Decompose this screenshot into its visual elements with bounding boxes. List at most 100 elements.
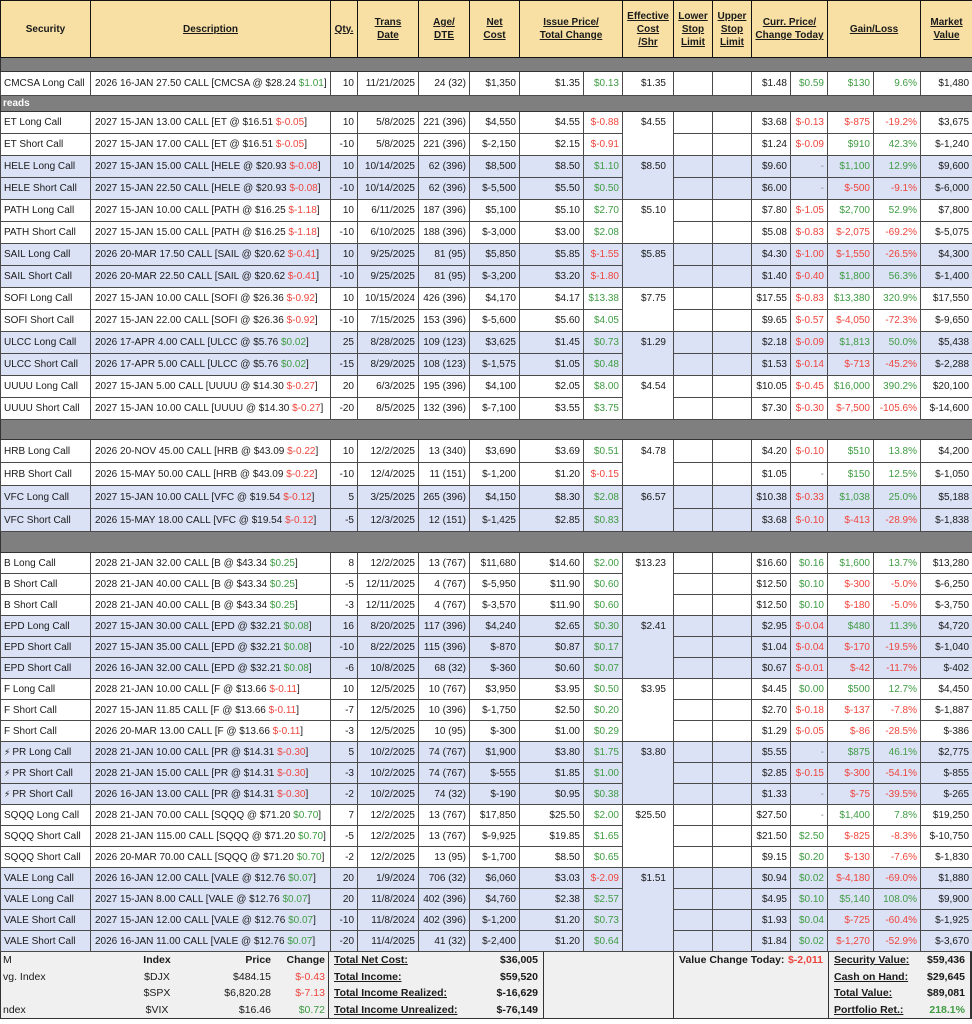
cell-gain-loss-pct[interactable]: -69.0% — [874, 868, 921, 889]
cell-gain-loss-pct[interactable]: -60.4% — [874, 910, 921, 931]
cell-age-dte[interactable]: 188 (396) — [419, 222, 470, 244]
cell-net-cost[interactable]: $-3,200 — [470, 266, 520, 288]
cell-lower-stop-limit[interactable] — [674, 889, 713, 910]
cell-curr-price[interactable]: $1.93 — [752, 910, 791, 931]
cell-change-today[interactable]: $0.10 — [791, 574, 828, 595]
cell-gain-loss-dollar[interactable]: $-2,075 — [828, 222, 874, 244]
cell-description[interactable]: 2026 16-JAN 13.00 CALL [PR @ $14.31 $-0.… — [91, 784, 331, 805]
cell-market-value[interactable]: $-3,750 — [921, 595, 972, 616]
cell-effective-cost[interactable]: $1.29 — [623, 332, 674, 354]
cell-lower-stop-limit[interactable] — [674, 332, 713, 354]
cell-total-change[interactable]: $0.64 — [584, 931, 623, 952]
cell-qty[interactable]: 20 — [331, 376, 358, 398]
cell-gain-loss-pct[interactable]: -7.8% — [874, 700, 921, 721]
cell-security[interactable]: SOFI Short Call — [1, 310, 91, 332]
cell-net-cost[interactable]: $-5,500 — [470, 178, 520, 200]
cell-market-value[interactable]: $-1,838 — [921, 509, 972, 532]
cell-qty[interactable]: -2 — [331, 784, 358, 805]
cash-on-hand-value[interactable]: $29,645 — [927, 971, 965, 983]
cell-description[interactable]: 2027 15-JAN 30.00 CALL [EPD @ $32.21 $0.… — [91, 616, 331, 637]
cell-lower-stop-limit[interactable] — [674, 763, 713, 784]
index-symbol[interactable]: $VIX — [127, 1004, 187, 1016]
cell-curr-price[interactable]: $3.68 — [752, 112, 791, 134]
cell-market-value[interactable]: $-855 — [921, 763, 972, 784]
cell-security[interactable]: B Short Call — [1, 574, 91, 595]
cell-issue-price[interactable]: $3.95 — [520, 679, 584, 700]
cell-trans-date[interactable]: 12/11/2025 — [358, 574, 419, 595]
cell-effective-cost[interactable] — [623, 658, 674, 679]
cell-upper-stop-limit[interactable] — [713, 112, 752, 134]
cell-effective-cost[interactable]: $25.50 — [623, 805, 674, 826]
cell-total-change[interactable]: $-0.15 — [584, 463, 623, 486]
cell-security[interactable]: HELE Long Call — [1, 156, 91, 178]
cell-effective-cost[interactable] — [623, 637, 674, 658]
cell-total-change[interactable]: $0.17 — [584, 637, 623, 658]
cell-security[interactable]: SAIL Long Call — [1, 244, 91, 266]
cell-issue-price[interactable]: $8.50 — [520, 156, 584, 178]
cell-upper-stop-limit[interactable] — [713, 332, 752, 354]
cell-security[interactable]: B Short Call — [1, 595, 91, 616]
cell-trans-date[interactable]: 12/3/2025 — [358, 509, 419, 532]
cell-security[interactable]: VALE Long Call — [1, 868, 91, 889]
cell-age-dte[interactable]: 4 (767) — [419, 574, 470, 595]
cell-change-today[interactable]: $2.50 — [791, 826, 828, 847]
cell-upper-stop-limit[interactable] — [713, 700, 752, 721]
cell-market-value[interactable]: $9,900 — [921, 889, 972, 910]
cell-qty[interactable]: 20 — [331, 889, 358, 910]
total-income-unrealized-value[interactable]: $-76,149 — [497, 1004, 538, 1016]
cell-net-cost[interactable]: $-300 — [470, 721, 520, 742]
cell-effective-cost[interactable]: $6.57 — [623, 486, 674, 509]
cell-trans-date[interactable]: 12/11/2025 — [358, 595, 419, 616]
cell-effective-cost[interactable] — [623, 784, 674, 805]
cell-lower-stop-limit[interactable] — [674, 509, 713, 532]
index-change[interactable]: $-0.43 — [275, 971, 329, 983]
cell-gain-loss-pct[interactable]: 390.2% — [874, 376, 921, 398]
cell-gain-loss-dollar[interactable]: $910 — [828, 134, 874, 156]
cell-age-dte[interactable]: 195 (396) — [419, 376, 470, 398]
cell-total-change[interactable]: $1.00 — [584, 763, 623, 784]
cell-age-dte[interactable]: 10 (396) — [419, 700, 470, 721]
cell-trans-date[interactable]: 11/8/2024 — [358, 889, 419, 910]
cell-age-dte[interactable]: 81 (95) — [419, 266, 470, 288]
cell-qty[interactable]: -5 — [331, 574, 358, 595]
cell-effective-cost[interactable] — [623, 398, 674, 420]
cell-gain-loss-pct[interactable]: 25.0% — [874, 486, 921, 509]
cell-market-value[interactable]: $4,300 — [921, 244, 972, 266]
cell-gain-loss-pct[interactable]: -39.5% — [874, 784, 921, 805]
cell-curr-price[interactable]: $10.05 — [752, 376, 791, 398]
cell-description[interactable]: 2026 17-APR 4.00 CALL [ULCC @ $5.76 $0.0… — [91, 332, 331, 354]
cell-trans-date[interactable]: 10/8/2025 — [358, 658, 419, 679]
cell-description[interactable]: 2027 15-JAN 35.00 CALL [EPD @ $32.21 $0.… — [91, 637, 331, 658]
cell-issue-price[interactable]: $3.20 — [520, 266, 584, 288]
cell-upper-stop-limit[interactable] — [713, 200, 752, 222]
cell-curr-price[interactable]: $12.50 — [752, 595, 791, 616]
cell-change-today[interactable]: $-0.09 — [791, 134, 828, 156]
cell-change-today[interactable]: $-1.05 — [791, 200, 828, 222]
cell-lower-stop-limit[interactable] — [674, 222, 713, 244]
cell-qty[interactable]: -10 — [331, 222, 358, 244]
cell-upper-stop-limit[interactable] — [713, 637, 752, 658]
cell-gain-loss-pct[interactable]: -105.6% — [874, 398, 921, 420]
cell-change-today[interactable]: $-0.45 — [791, 376, 828, 398]
index-price[interactable]: $16.46 — [187, 1004, 275, 1016]
cell-market-value[interactable]: $-265 — [921, 784, 972, 805]
cell-qty[interactable]: -10 — [331, 910, 358, 931]
cell-gain-loss-dollar[interactable]: $1,800 — [828, 266, 874, 288]
cell-total-change[interactable]: $8.00 — [584, 376, 623, 398]
cell-net-cost[interactable]: $-3,000 — [470, 222, 520, 244]
cell-market-value[interactable]: $-3,670 — [921, 931, 972, 952]
cell-change-today[interactable]: $0.02 — [791, 868, 828, 889]
cell-trans-date[interactable]: 10/15/2024 — [358, 288, 419, 310]
cell-market-value[interactable]: $5,438 — [921, 332, 972, 354]
cell-qty[interactable]: 8 — [331, 553, 358, 574]
cell-effective-cost[interactable] — [623, 354, 674, 376]
cell-gain-loss-pct[interactable]: -9.1% — [874, 178, 921, 200]
cell-effective-cost[interactable]: $1.51 — [623, 868, 674, 889]
cell-lower-stop-limit[interactable] — [674, 616, 713, 637]
cell-qty[interactable]: 5 — [331, 742, 358, 763]
cell-upper-stop-limit[interactable] — [713, 310, 752, 332]
cell-effective-cost[interactable]: $7.75 — [623, 288, 674, 310]
cell-market-value[interactable]: $19,250 — [921, 805, 972, 826]
cell-trans-date[interactable]: 12/5/2025 — [358, 679, 419, 700]
cell-gain-loss-dollar[interactable]: $480 — [828, 616, 874, 637]
